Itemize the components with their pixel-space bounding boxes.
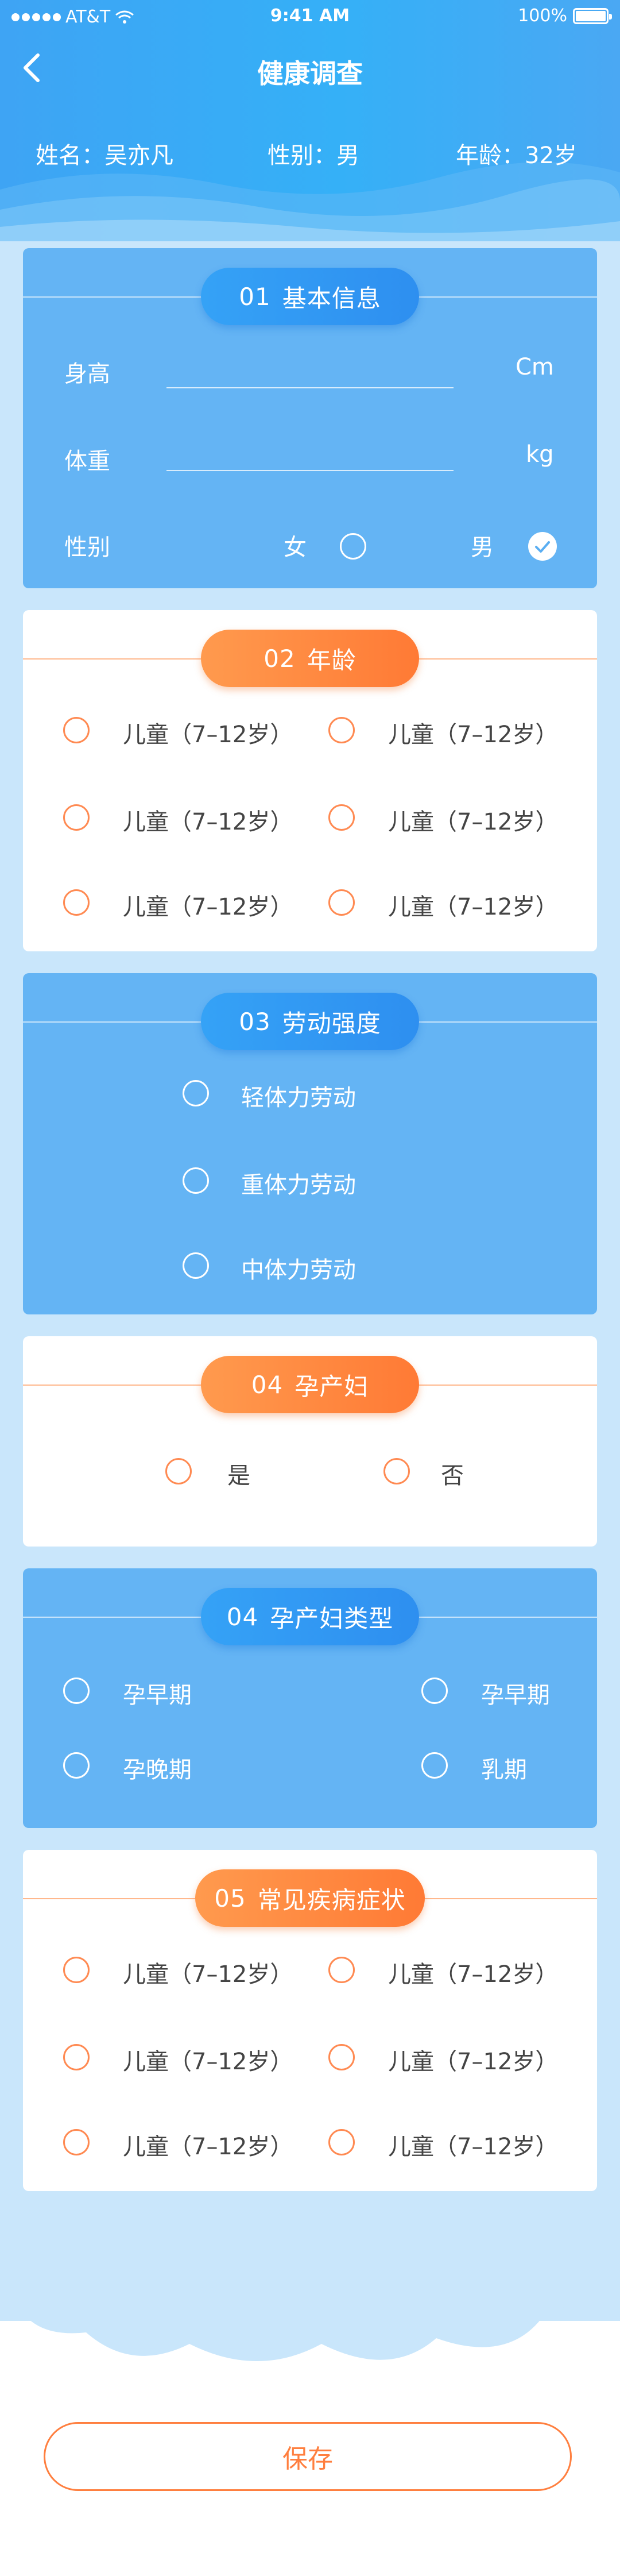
section-title: 劳动强度 — [282, 1009, 381, 1038]
age-option-label: 儿童（7–12岁） — [388, 894, 559, 920]
cloud-decoration — [0, 2206, 620, 2361]
symptoms-card: 05 常见疾病症状 儿童（7–12岁） 儿童（7–12岁） 儿童（7–12岁） … — [23, 1850, 597, 2191]
battery-icon — [573, 7, 612, 24]
labor-option-label: 重体力劳动 — [241, 1172, 356, 1198]
height-input[interactable] — [166, 387, 454, 388]
age-option-radio[interactable] — [328, 717, 355, 743]
age-option-radio[interactable] — [328, 804, 355, 831]
pregnancy-no-radio[interactable] — [383, 1458, 410, 1484]
section-number: 04 — [251, 1370, 284, 1399]
pregnancy-type-radio[interactable] — [63, 1678, 90, 1704]
symptom-option-radio[interactable] — [328, 2129, 355, 2155]
section-number: 03 — [239, 1007, 271, 1036]
symptom-option-radio[interactable] — [63, 1957, 90, 1983]
gender-option-female-label: 女 — [284, 534, 307, 561]
user-name: 姓名：吴亦凡 — [36, 142, 173, 169]
symptom-option-label: 儿童（7–12岁） — [388, 2134, 559, 2160]
labor-option-radio[interactable] — [183, 1167, 209, 1194]
symptom-option-label: 儿童（7–12岁） — [123, 2134, 293, 2160]
pregnancy-no-label: 否 — [441, 1463, 464, 1489]
age-option-radio[interactable] — [63, 889, 90, 916]
pregnancy-yes-radio[interactable] — [165, 1458, 192, 1484]
pregnancy-type-label: 孕早期 — [123, 1682, 192, 1709]
pregnancy-yes-label: 是 — [227, 1463, 250, 1489]
age-option-radio[interactable] — [63, 717, 90, 743]
pregnancy-type-radio[interactable] — [421, 1678, 448, 1704]
section-header-symptoms: 05 常见疾病症状 — [195, 1869, 425, 1927]
labor-intensity-card: 03 劳动强度 轻体力劳动 重体力劳动 中体力劳动 — [23, 973, 597, 1314]
section-header-basic-info: 01 基本信息 — [201, 268, 419, 325]
gender-option-male-label: 男 — [471, 534, 494, 561]
section-header-labor: 03 劳动强度 — [201, 993, 419, 1050]
symptom-option-radio[interactable] — [328, 2044, 355, 2070]
section-title: 年龄 — [307, 646, 356, 674]
symptom-option-label: 儿童（7–12岁） — [123, 1961, 293, 1988]
age-option-label: 儿童（7–12岁） — [388, 809, 559, 835]
basic-info-card: 01 基本信息 身高 Cm 体重 kg 性别 女 男 — [23, 248, 597, 588]
labor-option-radio[interactable] — [183, 1252, 209, 1279]
height-unit: Cm — [516, 354, 554, 380]
app-header: AT&T 9:41 AM 100% 健康调查 姓名：吴亦凡 性别：男 年龄：32… — [0, 0, 620, 241]
symptom-option-label: 儿童（7–12岁） — [388, 2049, 559, 2075]
symptom-option-label: 儿童（7–12岁） — [123, 2049, 293, 2075]
weight-unit: kg — [526, 441, 554, 468]
height-label: 身高 — [64, 361, 110, 387]
symptom-option-label: 儿童（7–12岁） — [388, 1961, 559, 1988]
pregnancy-type-card: 04 孕产妇类型 孕早期 孕早期 孕晚期 乳期 — [23, 1568, 597, 1828]
age-option-label: 儿童（7–12岁） — [123, 722, 293, 748]
pregnancy-type-label: 孕晚期 — [123, 1757, 192, 1783]
labor-option-radio[interactable] — [183, 1080, 209, 1106]
user-age: 年龄：32岁 — [456, 142, 577, 169]
age-option-radio[interactable] — [63, 804, 90, 831]
section-header-pregnancy: 04 孕产妇 — [201, 1356, 419, 1413]
pregnancy-type-label: 乳期 — [481, 1757, 527, 1783]
section-title: 常见疾病症状 — [257, 1885, 406, 1914]
age-option-radio[interactable] — [328, 889, 355, 916]
gender-male-radio-checked-icon[interactable] — [528, 532, 557, 561]
age-card: 02 年龄 儿童（7–12岁） 儿童（7–12岁） 儿童（7–12岁） 儿童（7… — [23, 610, 597, 951]
section-number: 04 — [226, 1602, 259, 1631]
symptom-option-radio[interactable] — [328, 1957, 355, 1983]
weight-label: 体重 — [64, 448, 110, 475]
pregnancy-card: 04 孕产妇 是 否 — [23, 1336, 597, 1547]
section-number: 05 — [214, 1884, 246, 1912]
age-option-label: 儿童（7–12岁） — [123, 894, 293, 920]
section-number: 02 — [264, 644, 296, 673]
symptom-option-radio[interactable] — [63, 2044, 90, 2070]
user-gender: 性别：男 — [268, 142, 359, 169]
status-bar: AT&T 9:41 AM 100% — [0, 0, 620, 34]
pregnancy-type-radio[interactable] — [63, 1752, 90, 1779]
gender-female-radio[interactable] — [340, 533, 366, 560]
save-button[interactable]: 保存 — [44, 2422, 572, 2491]
weight-input[interactable] — [166, 470, 454, 471]
section-header-age: 02 年龄 — [201, 630, 419, 687]
section-number: 01 — [239, 282, 271, 311]
symptom-option-radio[interactable] — [63, 2129, 90, 2155]
battery-percent: 100% — [518, 6, 567, 26]
age-option-label: 儿童（7–12岁） — [123, 809, 293, 835]
page-title: 健康调查 — [257, 58, 363, 89]
gender-label: 性别 — [64, 534, 110, 561]
labor-option-label: 中体力劳动 — [241, 1257, 356, 1283]
section-title: 孕产妇类型 — [270, 1604, 394, 1633]
section-title: 孕产妇 — [294, 1372, 369, 1401]
section-title: 基本信息 — [282, 284, 381, 313]
pregnancy-type-radio[interactable] — [421, 1752, 448, 1779]
section-header-pregnancy-type: 04 孕产妇类型 — [201, 1588, 419, 1645]
labor-option-label: 轻体力劳动 — [241, 1085, 356, 1111]
age-option-label: 儿童（7–12岁） — [388, 722, 559, 748]
pregnancy-type-label: 孕早期 — [481, 1682, 550, 1709]
